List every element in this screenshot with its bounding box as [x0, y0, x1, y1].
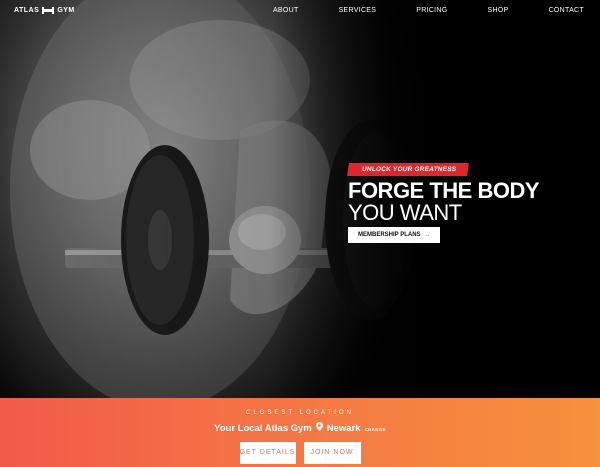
tagline-badge: UNLOCK YOUR GREATNESS: [347, 163, 470, 176]
hero-copy: UNLOCK YOUR GREATNESS FORGE THE BODY YOU…: [347, 158, 540, 243]
location-title: Your Local Atlas Gym: [214, 423, 312, 434]
join-now-button[interactable]: JOIN NOW: [303, 442, 361, 464]
get-details-button[interactable]: GET DETAILS: [239, 442, 296, 464]
nav-pricing[interactable]: PRICING: [416, 7, 447, 14]
arrow-right-icon: →: [424, 232, 431, 238]
atlas-gym-logo[interactable]: ATLAS GYM: [14, 7, 75, 14]
change-location-link[interactable]: CHANGE: [365, 427, 386, 432]
top-navigation: ATLAS GYM ABOUT SERVICES PRICING SHOP CO…: [0, 0, 600, 24]
headline-line-1: FORGE THE BODY: [348, 178, 540, 203]
nav-shop[interactable]: SHOP: [488, 7, 509, 14]
nav-services[interactable]: SERVICES: [339, 7, 377, 14]
nav-about[interactable]: ABOUT: [273, 7, 299, 14]
map-pin-icon: [315, 422, 323, 431]
membership-plans-label: MEMBERSHIP PLANS: [358, 232, 421, 238]
location-line: Your Local Atlas Gym Newark CHANGE: [0, 422, 600, 434]
logo-text-left: ATLAS: [14, 7, 40, 14]
headline-line-2: YOU WANT: [348, 200, 462, 225]
closest-location-label: CLOSEST LOCATION: [246, 410, 354, 416]
nav-contact[interactable]: CONTACT: [549, 7, 584, 14]
nav-links: ABOUT SERVICES PRICING SHOP CONTACT: [233, 7, 584, 14]
location-banner: CLOSEST LOCATION Your Local Atlas Gym Ne…: [0, 398, 600, 467]
location-city: Newark: [326, 423, 361, 434]
logo-text-right: GYM: [57, 7, 75, 14]
location-buttons: GET DETAILS JOIN NOW: [0, 442, 600, 464]
dumbbell-logo-icon: [42, 7, 55, 14]
membership-plans-button[interactable]: MEMBERSHIP PLANS →: [348, 227, 441, 243]
